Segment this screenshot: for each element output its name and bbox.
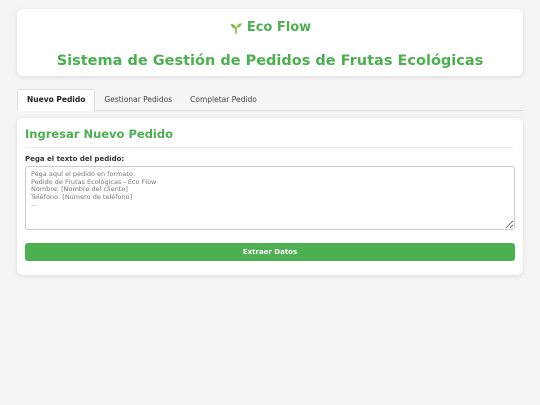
brand: Eco Flow xyxy=(17,19,523,37)
section-title: Ingresar Nuevo Pedido xyxy=(25,127,513,148)
tab-completar-pedido[interactable]: Completar Pedido xyxy=(181,90,266,110)
page-title: Sistema de Gestión de Pedidos de Frutas … xyxy=(56,53,484,69)
brand-name: Eco Flow xyxy=(246,20,312,35)
order-text-label: Pega el texto del pedido: xyxy=(25,155,125,163)
header-card: Eco Flow Sistema de Gestión de Pedidos d… xyxy=(17,9,523,76)
extract-data-button[interactable]: Extraer Datos xyxy=(25,243,515,261)
tab-gestionar-pedidos[interactable]: Gestionar Pedidos xyxy=(95,90,181,110)
tab-bar: Nuevo Pedido Gestionar Pedidos Completar… xyxy=(17,89,523,111)
new-order-panel: Ingresar Nuevo Pedido Pega el texto del … xyxy=(17,118,523,275)
tab-nuevo-pedido[interactable]: Nuevo Pedido xyxy=(17,89,96,111)
order-text-input[interactable] xyxy=(25,166,515,230)
sprout-icon xyxy=(230,23,242,34)
